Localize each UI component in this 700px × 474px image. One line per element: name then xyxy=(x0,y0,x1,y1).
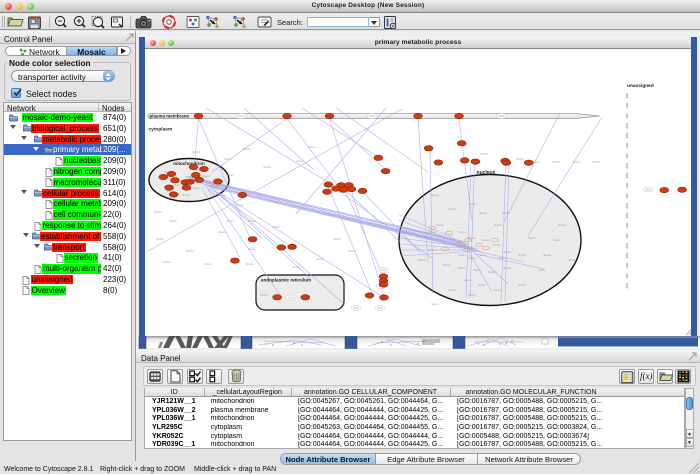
svg-text:Sxxxx: Sxxxx xyxy=(348,249,356,253)
svg-text:Sxxxx: Sxxxx xyxy=(431,193,439,197)
svg-text:Sxxxx: Sxxxx xyxy=(458,266,466,270)
svg-text:Sxxxx: Sxxxx xyxy=(503,250,511,254)
svg-text:Sxxxx: Sxxxx xyxy=(480,152,488,156)
svg-text:Sxxx: Sxxx xyxy=(369,114,375,118)
svg-text:Sxxxx: Sxxxx xyxy=(211,184,219,188)
svg-text:Sxxxx: Sxxxx xyxy=(568,258,576,262)
svg-text:Sxxxx: Sxxxx xyxy=(156,237,164,241)
svg-text:Sxxxx: Sxxxx xyxy=(468,256,476,260)
svg-text:unassigned: unassigned xyxy=(627,83,654,89)
svg-text:Sxxxx: Sxxxx xyxy=(516,157,524,161)
svg-text:Sxxxx: Sxxxx xyxy=(528,236,536,240)
svg-text:Sxxxx: Sxxxx xyxy=(428,230,436,234)
svg-text:Sxxxx: Sxxxx xyxy=(218,193,226,197)
svg-text:Sxxxx: Sxxxx xyxy=(431,302,439,306)
svg-text:Sxxx: Sxxx xyxy=(353,306,359,310)
svg-text:Sxxxx: Sxxxx xyxy=(518,253,526,257)
svg-text:Sxxxx: Sxxxx xyxy=(468,293,476,297)
svg-text:Sxxxx: Sxxxx xyxy=(436,223,444,227)
svg-text:Sxxxx: Sxxxx xyxy=(458,230,466,234)
svg-text:Sxxxx: Sxxxx xyxy=(169,219,177,223)
svg-text:Sxxxx: Sxxxx xyxy=(518,283,526,287)
svg-text:Sxxxx: Sxxxx xyxy=(308,145,316,149)
svg-text:plasma membrane: plasma membrane xyxy=(150,114,190,119)
svg-text:Sxxxx: Sxxxx xyxy=(177,162,185,166)
svg-text:Sxxxx: Sxxxx xyxy=(186,249,194,253)
svg-text:Sxxxx: Sxxxx xyxy=(503,266,511,270)
svg-text:Sxxxx: Sxxxx xyxy=(448,288,456,292)
svg-text:Sxxxx: Sxxxx xyxy=(448,207,456,211)
svg-text:Sxxx: Sxxx xyxy=(499,114,505,118)
svg-text:Sxxxx: Sxxxx xyxy=(418,258,426,262)
svg-text:Sxxxx: Sxxxx xyxy=(182,193,190,197)
svg-text:Sxxxx: Sxxxx xyxy=(482,238,490,242)
svg-text:Sxxxx: Sxxxx xyxy=(463,278,471,282)
svg-text:Sxxxx: Sxxxx xyxy=(494,223,502,227)
svg-text:Sxxxx: Sxxxx xyxy=(553,238,561,242)
svg-text:Sxxxx: Sxxxx xyxy=(248,219,256,223)
svg-text:Sxxxx: Sxxxx xyxy=(479,253,487,257)
svg-text:Sxxxx: Sxxxx xyxy=(202,174,210,178)
svg-text:Sxxxx: Sxxxx xyxy=(218,230,226,234)
svg-text:Sxxxx: Sxxxx xyxy=(572,160,580,164)
svg-text:nucleus: nucleus xyxy=(477,170,496,176)
svg-text:Sxxxx: Sxxxx xyxy=(502,211,510,215)
svg-text:Sxxx: Sxxx xyxy=(645,188,651,192)
svg-text:Sxxx: Sxxx xyxy=(288,296,294,300)
svg-text:Sxxxx: Sxxxx xyxy=(301,277,309,281)
svg-text:Sxxxx: Sxxxx xyxy=(333,237,341,241)
svg-text:Sxxxx: Sxxxx xyxy=(543,253,551,257)
svg-text:Sxxxx: Sxxxx xyxy=(296,159,304,163)
svg-text:Sxxxx: Sxxxx xyxy=(478,283,486,287)
svg-text:Sxxxx: Sxxxx xyxy=(479,211,487,215)
svg-text:Sxxx: Sxxx xyxy=(380,268,386,272)
svg-text:Sxxxx: Sxxxx xyxy=(592,160,600,164)
svg-text:Sxxx: Sxxx xyxy=(377,306,383,310)
svg-text:Sxxxx: Sxxxx xyxy=(292,265,300,269)
svg-text:Sxxxx: Sxxxx xyxy=(552,160,560,164)
svg-text:Sxxxx: Sxxxx xyxy=(204,262,212,266)
svg-text:Sxxxx: Sxxxx xyxy=(498,256,506,260)
svg-text:Sxxxx: Sxxxx xyxy=(263,165,271,169)
svg-text:cytoplasm: cytoplasm xyxy=(149,127,173,133)
svg-text:Sxxxx: Sxxxx xyxy=(192,186,200,190)
svg-text:Sxxxx: Sxxxx xyxy=(443,263,451,267)
svg-text:Sxxxx: Sxxxx xyxy=(538,268,546,272)
svg-text:Sxxxx: Sxxxx xyxy=(532,160,540,164)
svg-text:Sxxxx: Sxxxx xyxy=(192,150,200,154)
svg-text:Sxxxx: Sxxxx xyxy=(558,223,566,227)
svg-text:Sxxxx: Sxxxx xyxy=(260,293,268,297)
svg-text:Sxxxx: Sxxxx xyxy=(226,219,234,223)
svg-text:Sxxxx: Sxxxx xyxy=(272,225,280,229)
svg-text:Sxxxx: Sxxxx xyxy=(316,257,324,261)
svg-text:Sxxxx: Sxxxx xyxy=(226,173,234,177)
svg-text:Sxxxx: Sxxxx xyxy=(224,157,232,161)
svg-text:Sxxxx: Sxxxx xyxy=(246,262,254,266)
svg-text:Sxxxx: Sxxxx xyxy=(243,147,251,151)
svg-text:Sxxxx: Sxxxx xyxy=(458,253,466,257)
svg-text:Sxxxx: Sxxxx xyxy=(154,210,162,214)
svg-text:Sxxxx: Sxxxx xyxy=(236,203,244,207)
svg-text:Sxxxx: Sxxxx xyxy=(493,288,501,292)
svg-text:Sxxxx: Sxxxx xyxy=(163,260,171,264)
svg-text:Sxxx: Sxxx xyxy=(239,114,245,118)
svg-text:Sxxxx: Sxxxx xyxy=(248,247,256,251)
svg-text:Sxxxx: Sxxxx xyxy=(428,248,436,252)
svg-text:Sxxxx: Sxxxx xyxy=(488,270,496,274)
svg-text:Sxxxx: Sxxxx xyxy=(473,268,481,272)
svg-text:Sxxxx: Sxxxx xyxy=(468,202,476,206)
svg-text:Sxxxx: Sxxxx xyxy=(493,243,501,247)
